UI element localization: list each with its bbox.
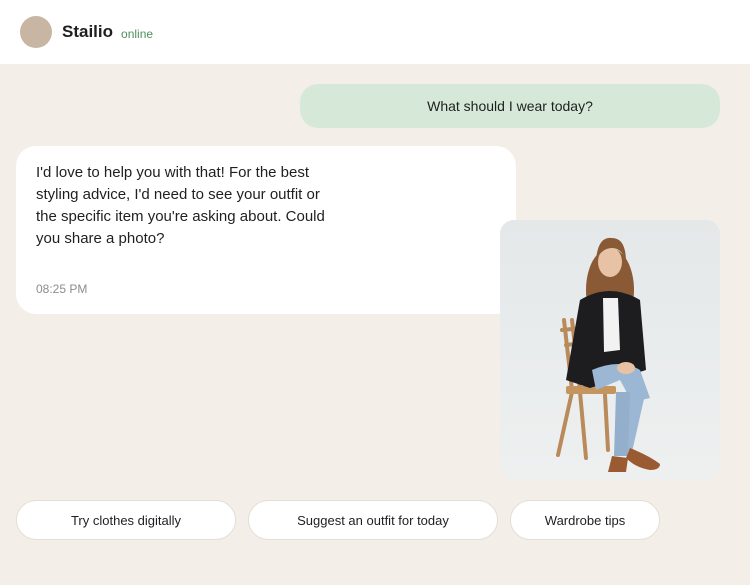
bot-message-bubble: I'd love to help you with that! For the … xyxy=(16,146,516,314)
shared-photo[interactable] xyxy=(500,220,720,480)
user-message-bubble: What should I wear today? xyxy=(300,84,720,128)
message-timestamp: 08:25 PM xyxy=(36,282,88,296)
suggestion-try-clothes-digitally[interactable]: Try clothes digitally xyxy=(16,500,236,540)
suggestion-wardrobe-tips[interactable]: Wardrobe tips xyxy=(510,500,660,540)
avatar[interactable] xyxy=(20,16,52,48)
person-photo-icon xyxy=(500,220,720,480)
suggestion-label: Wardrobe tips xyxy=(544,512,626,528)
online-status: online xyxy=(121,26,154,41)
suggestion-label: Suggest an outfit for today xyxy=(297,512,449,528)
chat-header: Stailio online xyxy=(0,0,750,64)
bot-message-text: I'd love to help you with that! For the … xyxy=(36,164,325,247)
suggestion-label: Try clothes digitally xyxy=(70,512,182,528)
suggestion-suggest-outfit[interactable]: Suggest an outfit for today xyxy=(248,500,498,540)
user-message-text: What should I wear today? xyxy=(427,98,593,114)
assistant-name: Stailio xyxy=(62,22,114,41)
